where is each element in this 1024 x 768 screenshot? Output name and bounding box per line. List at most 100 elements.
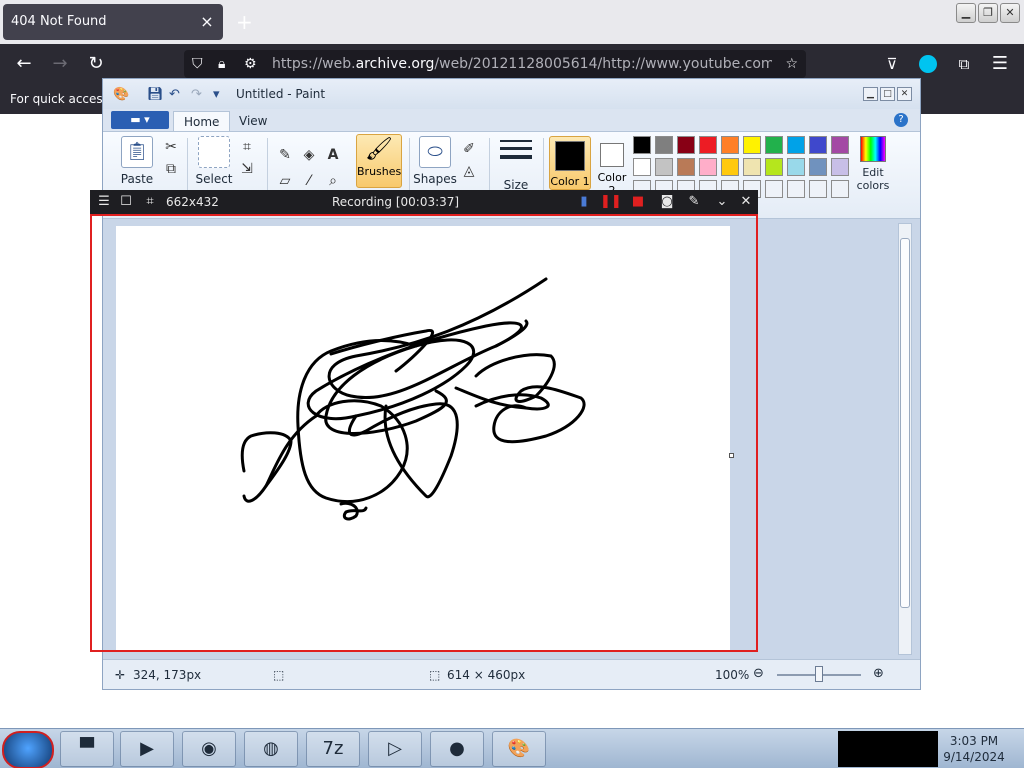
palette-swatch[interactable] xyxy=(831,136,849,154)
firefox-icon[interactable]: ◍ xyxy=(244,731,298,767)
zoom-in-icon[interactable]: ⊕ xyxy=(873,666,884,681)
redo-icon[interactable]: ↷ xyxy=(191,87,202,102)
new-tab-button[interactable]: + xyxy=(236,10,253,34)
paint-app-icon[interactable]: 🎨 xyxy=(113,87,129,102)
palette-swatch[interactable] xyxy=(721,136,739,154)
file-menu-button[interactable]: ▬ ▾ xyxy=(111,111,169,129)
color1-button[interactable]: Color 1 xyxy=(549,136,591,190)
copy-icon[interactable]: ⧉ xyxy=(161,158,181,178)
pen-icon[interactable]: ✎ xyxy=(684,190,704,214)
palette-swatch[interactable] xyxy=(809,136,827,154)
fill-icon[interactable]: ◈ xyxy=(299,144,319,164)
recorder-menu-icon[interactable]: ☰ xyxy=(94,190,114,214)
palette-swatch[interactable] xyxy=(655,136,673,154)
paint-maximize-button[interactable]: □ xyxy=(880,87,895,101)
palette-swatch[interactable] xyxy=(831,158,849,176)
record-icon[interactable]: ● xyxy=(430,731,484,767)
paint-icon[interactable]: 🎨 xyxy=(492,731,546,767)
eraser-icon[interactable]: ▱ xyxy=(275,170,295,190)
bookmark-star-icon[interactable]: ☆ xyxy=(785,50,798,78)
customize-qat-icon[interactable]: ▾ xyxy=(213,87,220,102)
shapes-button[interactable]: ⬭ Shapes xyxy=(413,136,457,186)
url-text[interactable]: https://web.archive.org/web/201211280056… xyxy=(272,50,772,78)
vertical-scrollbar[interactable] xyxy=(898,223,912,655)
color2-button[interactable]: Color 2 xyxy=(595,136,629,197)
ribbon-tabs: ▬ ▾ Home View ? xyxy=(103,109,920,131)
scrollbar-thumb[interactable] xyxy=(900,238,910,608)
url-bar[interactable]: ⛉ 🔒︎ ⚙ https://web.archive.org/web/20121… xyxy=(184,50,806,78)
paint-minimize-button[interactable]: ▁ xyxy=(863,87,878,101)
fill-shape-icon[interactable]: ◬ xyxy=(459,160,479,180)
recorder-status: Recording [00:03:37] xyxy=(332,195,460,209)
select-button[interactable]: Select xyxy=(193,136,235,186)
resize-icon[interactable]: ⇲ xyxy=(237,158,257,178)
cmd-icon[interactable]: ▀ xyxy=(60,731,114,767)
palette-swatch[interactable] xyxy=(787,136,805,154)
palette-swatch[interactable] xyxy=(655,158,673,176)
start-button[interactable] xyxy=(2,731,54,768)
tab-close-icon[interactable]: × xyxy=(199,4,215,40)
paint-close-button[interactable]: ✕ xyxy=(897,87,912,101)
7zip-icon[interactable]: 7z xyxy=(306,731,360,767)
palette-swatch[interactable] xyxy=(721,158,739,176)
permissions-icon[interactable]: ⚙ xyxy=(244,50,257,78)
paste-button[interactable]: 📋︎ Paste xyxy=(117,136,157,186)
text-icon[interactable]: A xyxy=(323,144,343,164)
size-icon[interactable] xyxy=(500,140,532,164)
shield-icon[interactable]: ⛉ xyxy=(192,50,203,78)
recorder-close-icon[interactable]: ✕ xyxy=(736,190,756,214)
save-icon[interactable]: 💾︎ xyxy=(147,87,164,102)
palette-swatch[interactable] xyxy=(809,180,827,198)
palette-swatch[interactable] xyxy=(765,180,783,198)
zoom-out-icon[interactable]: ⊖ xyxy=(753,666,764,681)
palette-swatch[interactable] xyxy=(677,136,695,154)
zoom-slider-thumb[interactable] xyxy=(815,666,823,682)
undo-icon[interactable]: ↶ xyxy=(169,87,180,102)
palette-swatch[interactable] xyxy=(809,158,827,176)
brush-icon: 🖌︎ xyxy=(365,137,393,162)
palette-swatch[interactable] xyxy=(633,136,651,154)
cut-icon[interactable]: ✂ xyxy=(161,136,181,156)
close-button[interactable]: ✕ xyxy=(1000,3,1020,23)
palette-swatch[interactable] xyxy=(765,158,783,176)
palette-swatch[interactable] xyxy=(743,136,761,154)
palette-swatch[interactable] xyxy=(787,180,805,198)
brushes-button[interactable]: 🖌︎ Brushes xyxy=(356,134,402,188)
recorder-crop-icon[interactable]: ⌗ xyxy=(140,190,160,214)
media-player-icon[interactable]: ▶ xyxy=(120,731,174,767)
menu-icon[interactable]: ☰ xyxy=(988,44,1012,84)
extensions-icon[interactable]: ⧉ xyxy=(952,44,976,84)
pencil-icon[interactable]: ✎ xyxy=(275,144,295,164)
play-icon[interactable]: ▷ xyxy=(368,731,422,767)
stop-icon[interactable]: ■ xyxy=(628,190,648,214)
color-picker-icon[interactable]: ⁄ xyxy=(299,170,319,190)
help-icon[interactable]: ? xyxy=(894,113,908,127)
minimize-button[interactable]: ▁ xyxy=(956,3,976,23)
palette-swatch[interactable] xyxy=(765,136,783,154)
palette-swatch[interactable] xyxy=(743,158,761,176)
tab-404-not-found[interactable]: 404 Not Found × xyxy=(3,4,223,40)
forward-arrow-icon[interactable]: → xyxy=(48,44,72,84)
back-arrow-icon[interactable]: ← xyxy=(12,44,36,84)
palette-swatch[interactable] xyxy=(699,136,717,154)
palette-swatch[interactable] xyxy=(787,158,805,176)
magnifier-icon[interactable]: ⌕ xyxy=(323,170,343,190)
palette-swatch[interactable] xyxy=(831,180,849,198)
system-tray[interactable] xyxy=(838,731,938,767)
camera-icon[interactable]: ◙ xyxy=(656,190,678,214)
palette-swatch[interactable] xyxy=(699,158,717,176)
palette-swatch[interactable] xyxy=(633,158,651,176)
outline-icon[interactable]: ✐ xyxy=(459,138,479,158)
restore-button[interactable]: ❐ xyxy=(978,3,998,23)
tab-view[interactable]: View xyxy=(229,111,277,131)
clock[interactable]: 3:03 PM 9/14/2024 xyxy=(942,733,1006,765)
pause-icon[interactable]: ❚❚ xyxy=(600,190,622,214)
recorder-region-icon[interactable]: ☐ xyxy=(116,190,136,214)
palette-swatch[interactable] xyxy=(677,158,695,176)
edit-colors-button[interactable]: Edit colors xyxy=(851,136,895,192)
crop-icon[interactable]: ⌗ xyxy=(237,136,257,156)
globe-icon[interactable]: ◉ xyxy=(182,731,236,767)
collapse-icon[interactable]: ⌄ xyxy=(712,190,732,214)
tab-home[interactable]: Home xyxy=(173,111,231,131)
lock-icon[interactable]: 🔒︎ xyxy=(218,50,225,78)
